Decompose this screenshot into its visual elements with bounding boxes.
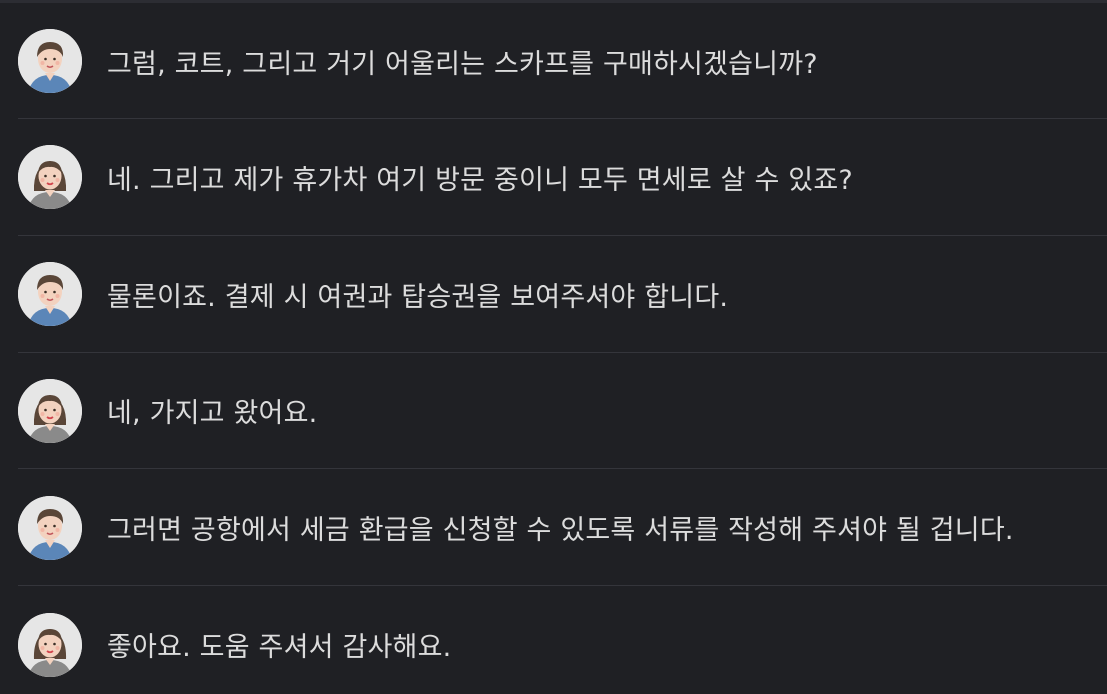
message-row[interactable]: 그럼, 코트, 그리고 거기 어울리는 스카프를 구매하시겠습니까?	[0, 3, 1107, 119]
message-row[interactable]: 물론이죠. 결제 시 여권과 탑승권을 보여주셔야 합니다.	[0, 236, 1107, 353]
message-row[interactable]: 그러면 공항에서 세금 환급을 신청할 수 있도록 서류를 작성해 주셔야 될 …	[0, 469, 1107, 587]
message-row[interactable]: 네, 가지고 왔어요.	[0, 353, 1107, 470]
message-row[interactable]: 네. 그리고 제가 휴가차 여기 방문 중이니 모두 면세로 살 수 있죠?	[0, 119, 1107, 236]
message-text: 그러면 공항에서 세금 환급을 신청할 수 있도록 서류를 작성해 주셔야 될 …	[107, 515, 1014, 547]
message-text: 좋아요. 도움 주셔서 감사해요.	[107, 632, 452, 664]
message-text: 네, 가지고 왔어요.	[107, 398, 318, 430]
male-avatar-icon	[18, 262, 82, 327]
message-row[interactable]: 좋아요. 도움 주셔서 감사해요.	[0, 586, 1107, 694]
message-text: 네. 그리고 제가 휴가차 여기 방문 중이니 모두 면세로 살 수 있죠?	[107, 164, 853, 196]
female-avatar-icon	[18, 378, 82, 443]
female-avatar-icon	[18, 612, 82, 677]
message-text: 그럼, 코트, 그리고 거기 어울리는 스카프를 구매하시겠습니까?	[107, 48, 818, 80]
female-avatar-icon	[18, 145, 82, 210]
male-avatar-icon	[18, 495, 82, 560]
male-avatar-icon	[18, 29, 82, 93]
message-text: 물론이죠. 결제 시 여권과 탑승권을 보여주셔야 합니다.	[107, 281, 729, 313]
conversation-list: 그럼, 코트, 그리고 거기 어울리는 스카프를 구매하시겠습니까? 네. 그리…	[0, 3, 1107, 694]
